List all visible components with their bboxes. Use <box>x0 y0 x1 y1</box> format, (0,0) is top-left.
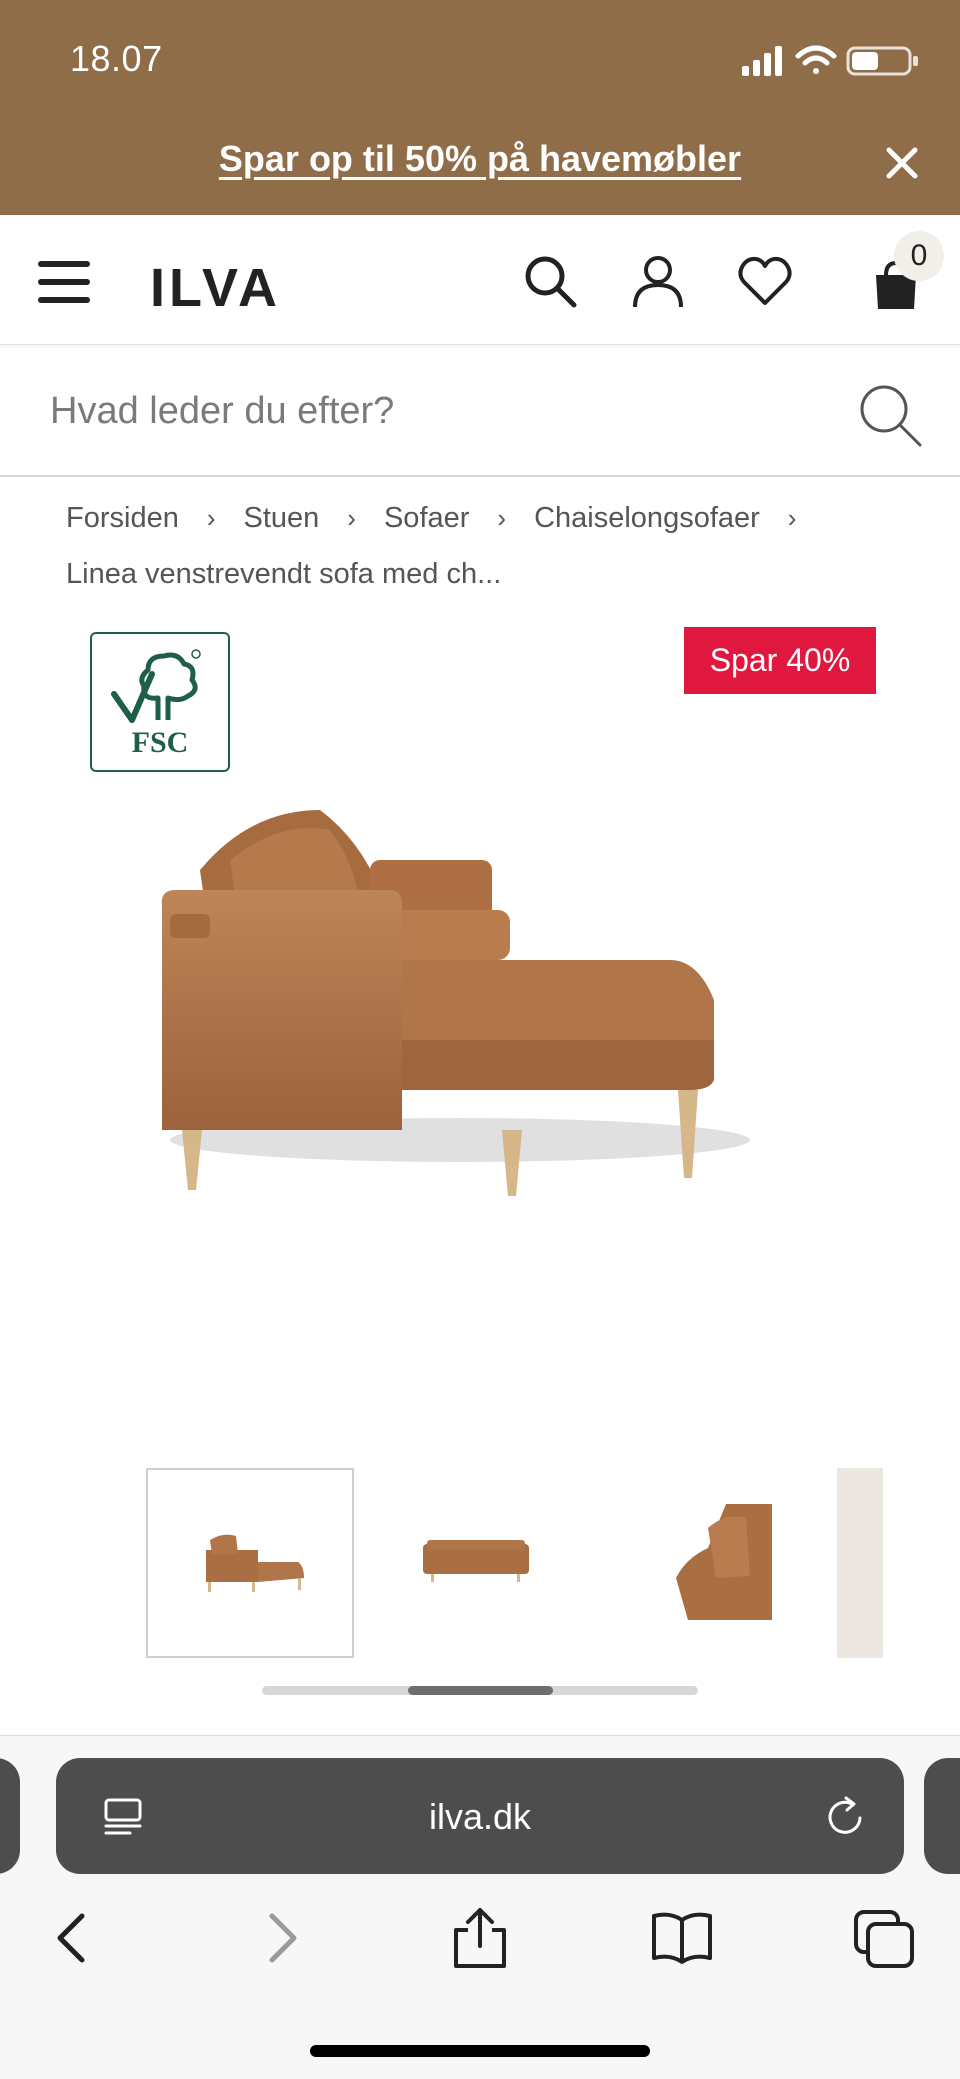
gallery-scroll-indicator <box>262 1686 698 1695</box>
breadcrumb-current: Linea venstrevendt sofa med ch... <box>66 558 502 590</box>
search-icon[interactable] <box>856 381 924 449</box>
breadcrumb-item[interactable]: Forsiden <box>66 490 179 546</box>
menu-icon[interactable] <box>38 261 90 303</box>
chevron-right-icon: › <box>787 503 797 533</box>
chevron-right-icon: › <box>206 503 216 533</box>
thumbnail-4[interactable] <box>837 1468 883 1658</box>
previous-tab-edge[interactable] <box>0 1758 20 1874</box>
breadcrumb-item[interactable]: Chaiselongsofaer <box>534 490 760 546</box>
search-icon[interactable] <box>522 253 578 309</box>
breadcrumb-item[interactable]: Stuen <box>244 490 320 546</box>
battery-icon <box>846 46 918 76</box>
address-bar[interactable]: ilva.dk <box>56 1758 904 1874</box>
chevron-right-icon: › <box>497 503 507 533</box>
url-text: ilva.dk <box>428 1796 532 1837</box>
discount-badge: Spar 40% <box>684 627 876 694</box>
thumbnail-1[interactable] <box>146 1468 354 1658</box>
thumbnail-3[interactable] <box>596 1468 804 1658</box>
bookmarks-icon[interactable] <box>650 1906 714 1970</box>
fsc-text: FSC <box>132 726 189 759</box>
browser-toolbar: ilva.dk <box>0 1735 960 2079</box>
forward-icon[interactable] <box>248 1906 312 1970</box>
thumbnail-2[interactable] <box>371 1468 579 1658</box>
fsc-logo: FSC <box>90 632 230 772</box>
back-icon[interactable] <box>42 1906 106 1970</box>
chevron-right-icon: › <box>347 503 356 533</box>
tree-check-icon: FSC <box>111 649 201 759</box>
tabs-icon[interactable] <box>852 1906 916 1970</box>
promo-link[interactable]: Spar op til 50% på havemøbler <box>0 138 960 180</box>
product-image[interactable] <box>130 790 830 1230</box>
breadcrumb-item[interactable]: Sofaer <box>384 490 469 546</box>
thumbnail-carousel <box>146 1468 886 1658</box>
status-time: 18.07 <box>70 38 163 79</box>
logo[interactable]: ILVA <box>150 257 281 319</box>
promo-banner: 18.07 Spar op til 50% på havemøbler <box>0 0 960 215</box>
search-bar <box>0 345 960 477</box>
search-input[interactable] <box>50 381 830 441</box>
reload-icon[interactable] <box>822 1794 868 1840</box>
account-icon[interactable] <box>630 253 686 309</box>
wifi-icon <box>795 45 837 74</box>
share-icon[interactable] <box>448 1906 512 1970</box>
heart-icon[interactable] <box>737 253 793 309</box>
breadcrumb: Forsiden › Stuen › Sofaer › Chaiselongsofaer › L… <box>66 490 926 602</box>
home-indicator[interactable] <box>310 2045 650 2057</box>
close-icon[interactable] <box>884 145 920 181</box>
site-header: ILVA 0 <box>0 215 960 345</box>
cart-count: 0 <box>894 231 944 281</box>
signal-icon <box>742 46 782 76</box>
status-icons <box>742 45 918 76</box>
gallery-scroll-thumb <box>408 1686 553 1695</box>
next-tab-edge[interactable] <box>924 1758 960 1874</box>
